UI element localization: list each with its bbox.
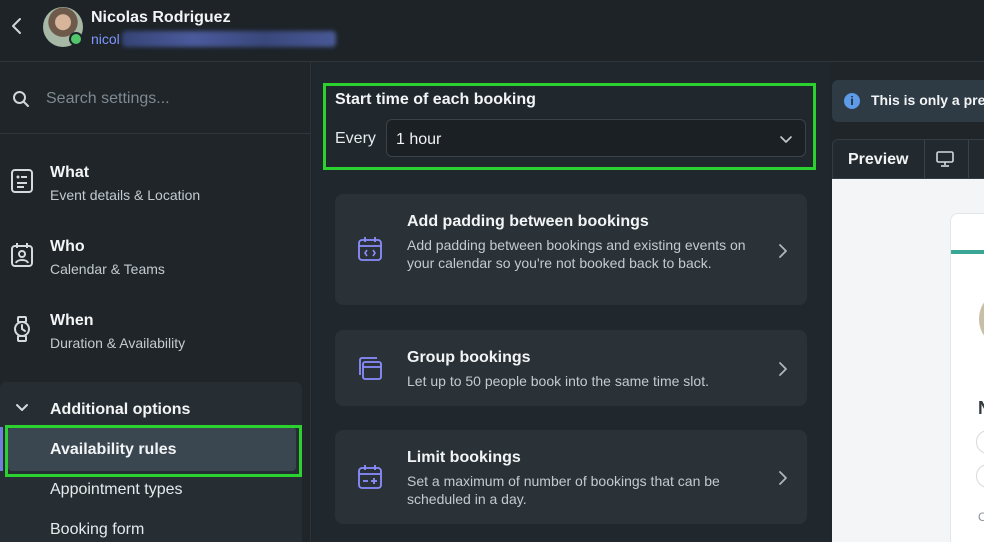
start-time-label: Start time of each booking [335,91,536,108]
every-label: Every [335,130,376,147]
chevron-down-icon [780,136,792,143]
settings-sidebar: What Event details & Location Who Calend… [0,62,311,542]
card-title: Add padding between bookings [407,213,649,230]
preview-panel: i This is only a prev Preview N C [830,62,984,542]
search-bar [0,62,311,134]
contact-calendar-icon [11,243,33,267]
watch-icon [14,316,30,342]
back-arrow-icon[interactable] [8,14,26,38]
search-icon [13,91,29,107]
document-list-icon [11,169,33,193]
sidebar-item-what[interactable]: What Event details & Location [0,148,311,222]
online-status-dot [69,32,83,46]
padding-bookings-card[interactable]: Add padding between bookings Add padding… [335,194,807,305]
sidebar-item-title: When [50,312,94,329]
preview-small-text: C [978,510,984,524]
additional-options-title[interactable]: Additional options [50,401,190,419]
card-title: Limit bookings [407,449,521,466]
preview-info-banner: i This is only a prev [832,80,984,122]
info-icon: i [844,93,860,109]
divider [968,140,969,178]
desktop-monitor-icon[interactable] [936,151,954,167]
calendar-code-icon [358,237,382,261]
preview-booking-card: N C [950,213,984,542]
preview-canvas: N C [832,179,984,542]
preview-option-circle [976,464,984,488]
preview-avatar [979,294,984,344]
user-email: nicol [91,31,120,47]
card-title: Group bookings [407,349,531,366]
group-bookings-card[interactable]: Group bookings Let up to 50 people book … [335,330,807,406]
card-description: Set a maximum of number of bookings that… [407,473,720,507]
preview-title: Preview [848,151,909,168]
sidebar-item-title: Who [50,238,85,255]
stacked-calendars-icon [359,357,382,380]
interval-value: 1 hour [396,131,442,148]
chevron-right-icon [779,362,787,376]
preview-option-circle [976,430,984,454]
preview-name-initial: N [978,398,984,419]
sidebar-item-subtitle: Calendar & Teams [50,261,165,277]
preview-accent-bar [951,250,984,254]
card-description: Add padding between bookings and existin… [407,237,746,271]
app-header: Nicolas Rodriguez nicol [0,0,984,62]
sidebar-item-when[interactable]: When Duration & Availability [0,296,311,370]
chevron-right-icon [779,244,787,258]
additional-options-section: Additional options Availability rules Ap… [0,382,302,542]
sidebar-item-appointment-types[interactable]: Appointment types [50,481,183,499]
interval-select[interactable]: 1 hour [386,119,806,157]
sidebar-item-booking-form[interactable]: Booking form [50,521,144,539]
active-indicator [0,427,3,471]
divider [924,140,925,178]
info-text: This is only a prev [871,92,984,108]
limit-bookings-card[interactable]: Limit bookings Set a maximum of number o… [335,430,807,524]
sidebar-item-subtitle: Event details & Location [50,187,201,203]
search-input[interactable] [46,86,296,112]
sidebar-item-subtitle: Duration & Availability [50,335,186,351]
app-root: Nicolas Rodriguez nicol What Event detai… [0,0,984,542]
preview-toolbar: Preview [832,139,984,179]
chevron-right-icon [779,471,787,485]
user-name: Nicolas Rodriguez [91,9,231,26]
sidebar-item-availability-rules[interactable]: Availability rules [50,441,177,459]
redacted-email [122,31,336,47]
sidebar-item-who[interactable]: Who Calendar & Teams [0,222,311,296]
chevron-down-icon[interactable] [14,400,30,416]
card-description: Let up to 50 people book into the same t… [407,373,709,389]
main-content: Start time of each booking Every 1 hour … [312,62,830,542]
calendar-minus-plus-icon [358,465,382,489]
sidebar-item-title: What [50,164,90,181]
